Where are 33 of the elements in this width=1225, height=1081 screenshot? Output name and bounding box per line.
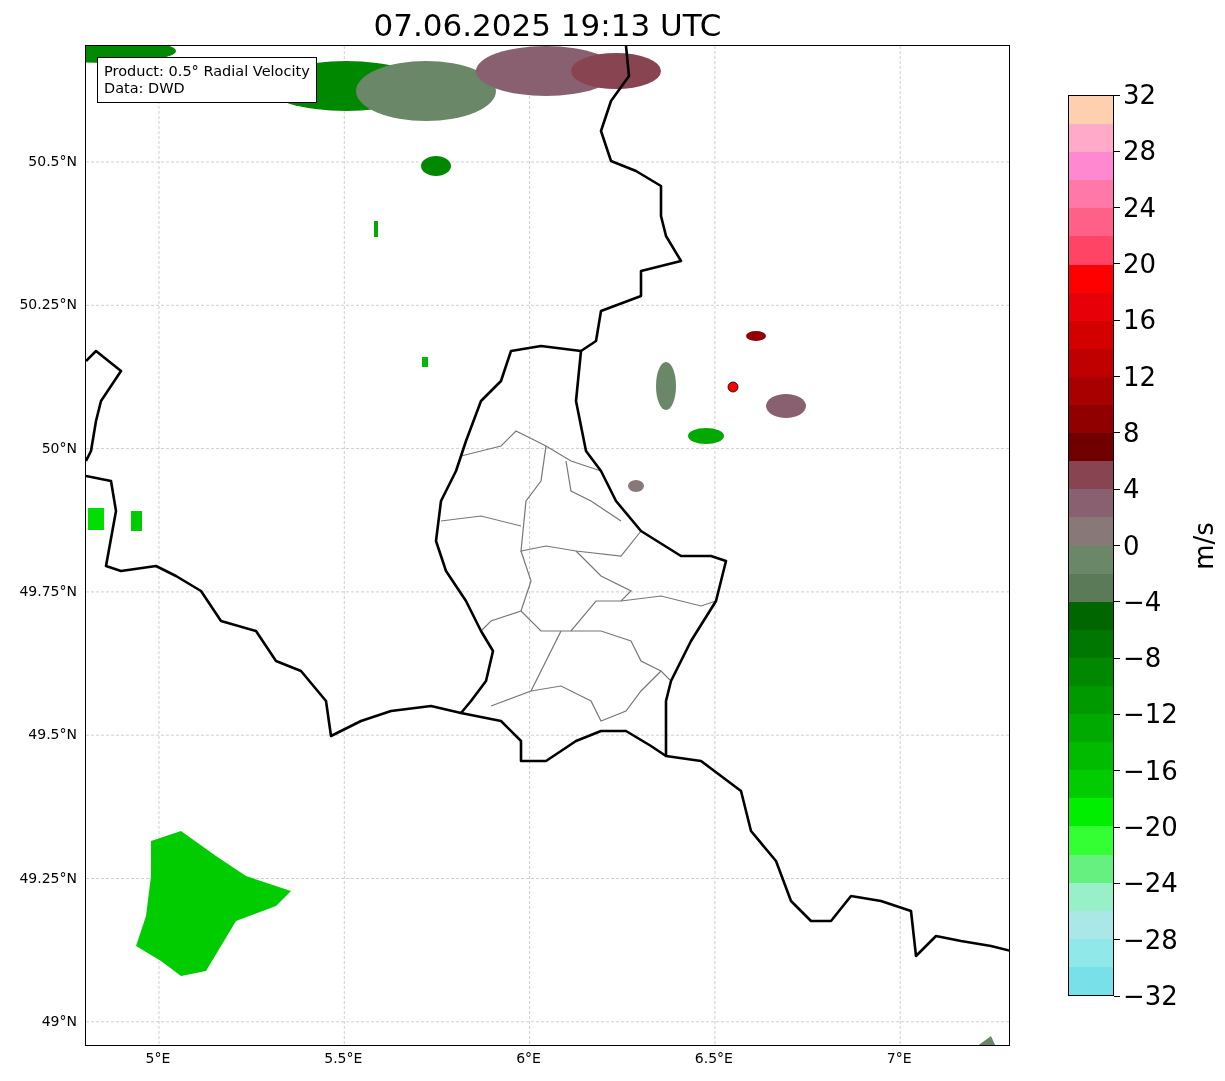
latitude-label: 50.5°N	[28, 153, 77, 169]
latitude-label: 49.25°N	[19, 869, 77, 886]
colorbar-tick-label: −4	[1114, 586, 1162, 617]
colorbar-tick-label: −24	[1114, 868, 1178, 899]
colorbar-tick-label: 28	[1114, 136, 1157, 167]
longitude-label: 5°E	[145, 1050, 171, 1066]
colorbar-tick-label: 24	[1114, 192, 1157, 223]
latitude-label: 50°N	[41, 439, 77, 456]
colorbar-tick-label: −12	[1114, 699, 1178, 730]
latitude-label: 49.75°N	[19, 582, 77, 599]
latitude-label: 49°N	[41, 1012, 77, 1029]
colorbar-tick-label: 8	[1114, 417, 1140, 448]
colorbar-unit-label: m/s	[1189, 521, 1219, 570]
longitude-label: 5.5°E	[324, 1050, 363, 1066]
colorbar-tick-label: 4	[1114, 474, 1140, 505]
colorbar-tick-label: 32	[1114, 80, 1157, 110]
longitude-label: 6.5°E	[694, 1050, 733, 1066]
colorbar-tick-label: −16	[1114, 755, 1178, 786]
colorbar-tick-label: 20	[1114, 248, 1157, 279]
colorbar-tick-label: 12	[1114, 361, 1157, 392]
colorbar-tick-label: 0	[1114, 530, 1140, 561]
info-text: Data: DWD	[104, 80, 186, 97]
longitude-label: 7°E	[886, 1050, 912, 1066]
colorbar-tick-label: −32	[1114, 981, 1178, 1011]
latitude-label: 49.5°N	[28, 726, 77, 743]
colorbar-tick-label: −20	[1114, 812, 1178, 843]
colorbar-tick-label: 16	[1114, 305, 1157, 336]
colorbar-tick-label: −28	[1114, 924, 1178, 955]
info-text: Product: 0.5° Radial Velocity	[104, 63, 310, 80]
latitude-label: 50.25°N	[19, 296, 77, 313]
chart-title: 07.06.2025 19:13 UTC	[373, 7, 722, 43]
longitude-label: 6°E	[516, 1050, 541, 1066]
colorbar-tick-label: −8	[1114, 643, 1162, 674]
